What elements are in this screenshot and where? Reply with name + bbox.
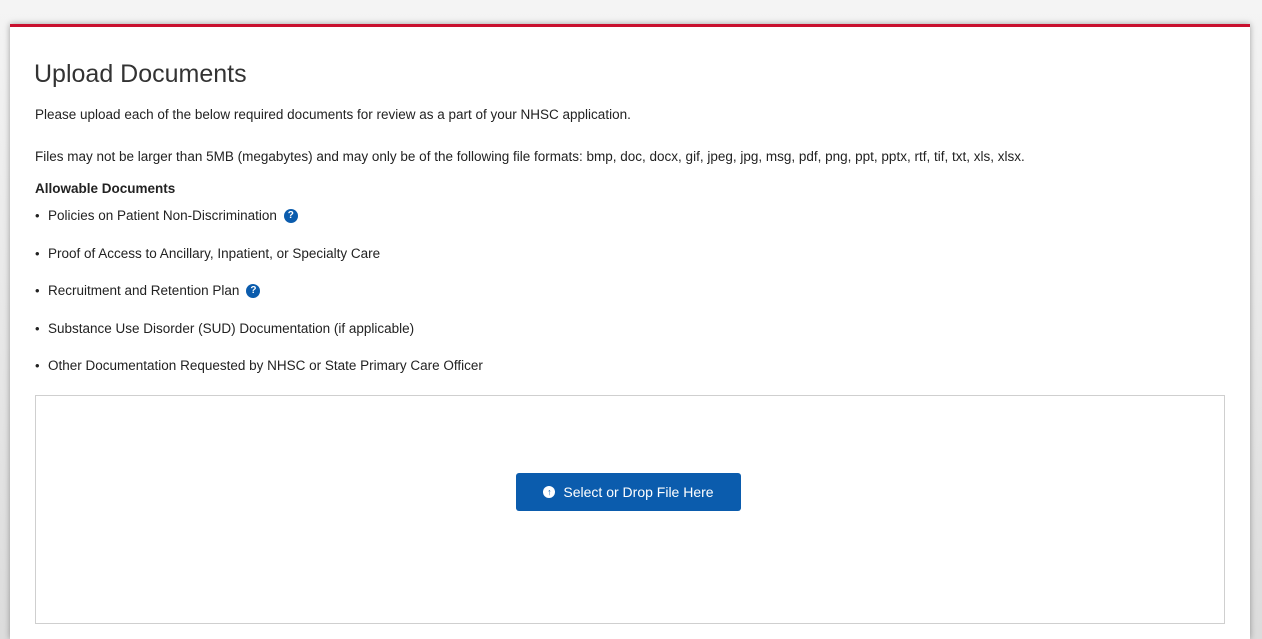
- list-item: • Other Documentation Requested by NHSC …: [35, 357, 483, 395]
- intro-text: Please upload each of the below required…: [35, 107, 631, 122]
- list-item: • Proof of Access to Ancillary, Inpatien…: [35, 245, 483, 283]
- bullet: •: [35, 358, 40, 373]
- list-item: • Recruitment and Retention Plan ?: [35, 282, 483, 320]
- file-rules-text: Files may not be larger than 5MB (megaby…: [35, 149, 1025, 164]
- document-label: Substance Use Disorder (SUD) Documentati…: [48, 320, 415, 336]
- question-circle-icon[interactable]: ?: [246, 284, 261, 298]
- upload-documents-panel: Upload Documents Please upload each of t…: [10, 24, 1250, 639]
- bullet: •: [35, 320, 40, 336]
- allowable-documents-heading: Allowable Documents: [35, 181, 176, 196]
- select-or-drop-file-button[interactable]: ↑ Select or Drop File Here: [516, 473, 741, 511]
- list-item: • Policies on Patient Non-Discrimination…: [35, 207, 483, 245]
- bullet: •: [35, 245, 40, 261]
- document-label: Recruitment and Retention Plan: [48, 283, 240, 298]
- question-circle-icon[interactable]: ?: [283, 209, 298, 223]
- page-background: Upload Documents Please upload each of t…: [0, 0, 1262, 639]
- upload-arrow-circle-icon: ↑: [543, 486, 556, 498]
- document-label: Policies on Patient Non-Discrimination: [48, 208, 277, 223]
- page-title: Upload Documents: [34, 60, 247, 88]
- allowable-documents-list: • Policies on Patient Non-Discrimination…: [35, 207, 483, 395]
- document-label: Other Documentation Requested by NHSC or…: [48, 358, 483, 373]
- bullet: •: [35, 283, 40, 298]
- file-dropzone[interactable]: ↑ Select or Drop File Here: [35, 395, 1225, 624]
- list-item: • Substance Use Disorder (SUD) Documenta…: [35, 320, 483, 358]
- document-label: Proof of Access to Ancillary, Inpatient,…: [48, 245, 381, 261]
- select-file-button-label: Select or Drop File Here: [563, 484, 714, 500]
- bullet: •: [35, 208, 40, 223]
